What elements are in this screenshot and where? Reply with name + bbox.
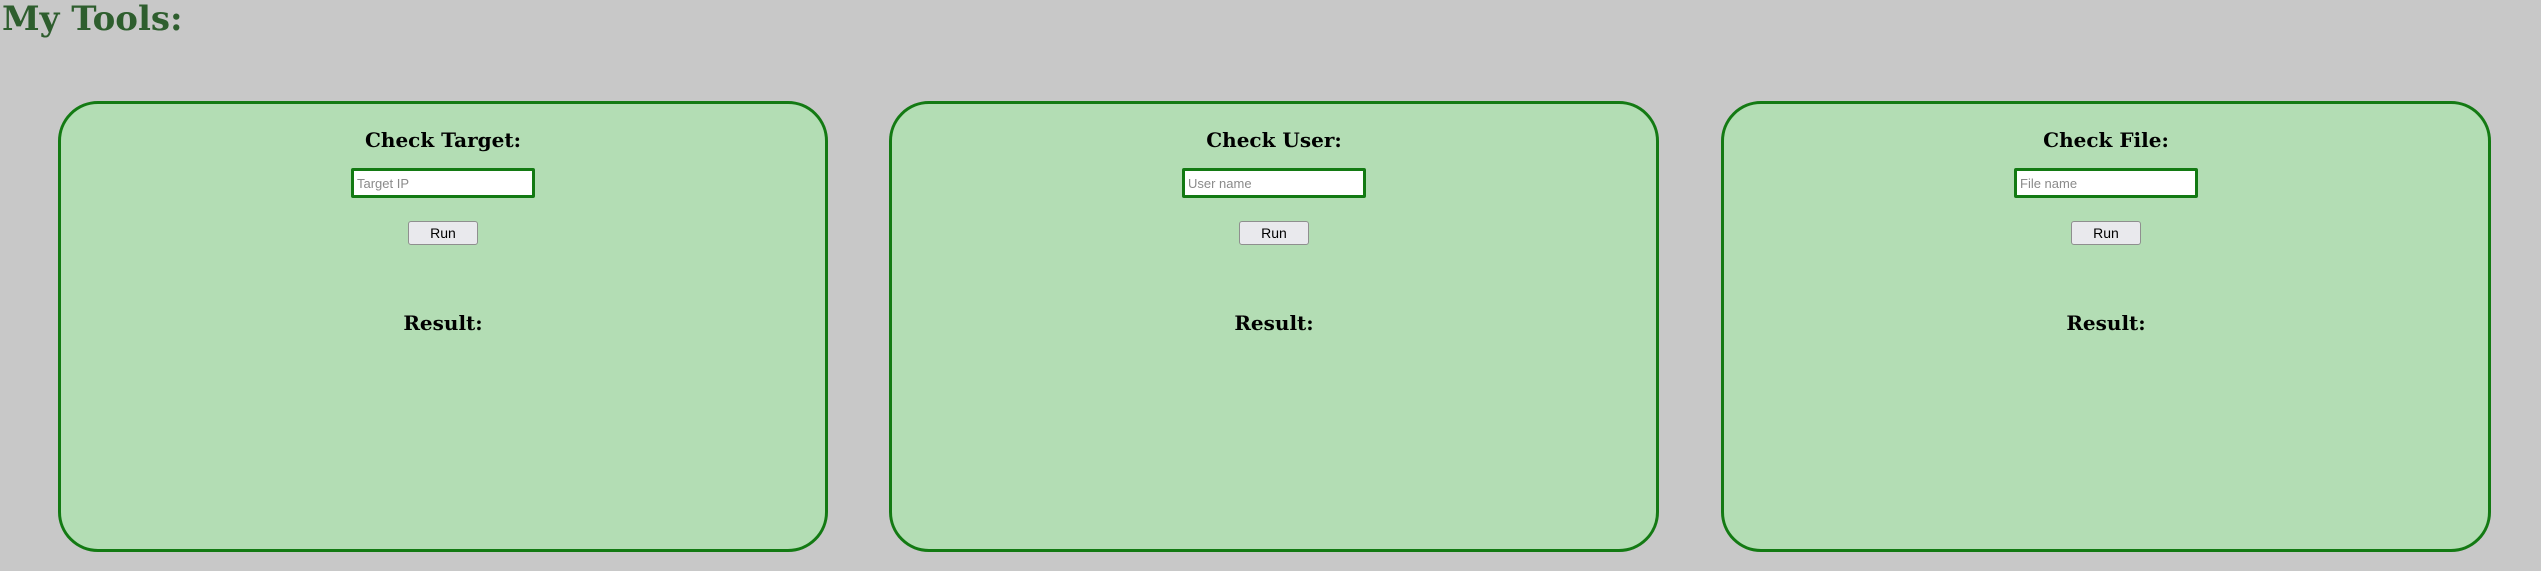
user-name-input[interactable] — [1182, 168, 1366, 198]
check-user-run-button[interactable]: Run — [1239, 221, 1309, 245]
check-target-title: Check Target: — [365, 128, 521, 152]
target-ip-input[interactable] — [351, 168, 535, 198]
check-user-card: Check User: Run Result: — [889, 101, 1659, 552]
check-user-result-label: Result: — [1234, 311, 1314, 335]
file-name-input[interactable] — [2014, 168, 2198, 198]
check-target-card: Check Target: Run Result: — [58, 101, 828, 552]
check-user-title: Check User: — [1206, 128, 1342, 152]
check-file-result-label: Result: — [2066, 311, 2146, 335]
check-file-run-button[interactable]: Run — [2071, 221, 2141, 245]
page-title: My Tools: — [2, 0, 183, 39]
check-file-card: Check File: Run Result: — [1721, 101, 2491, 552]
check-target-result-label: Result: — [403, 311, 483, 335]
check-target-run-button[interactable]: Run — [408, 221, 478, 245]
check-file-title: Check File: — [2043, 128, 2169, 152]
